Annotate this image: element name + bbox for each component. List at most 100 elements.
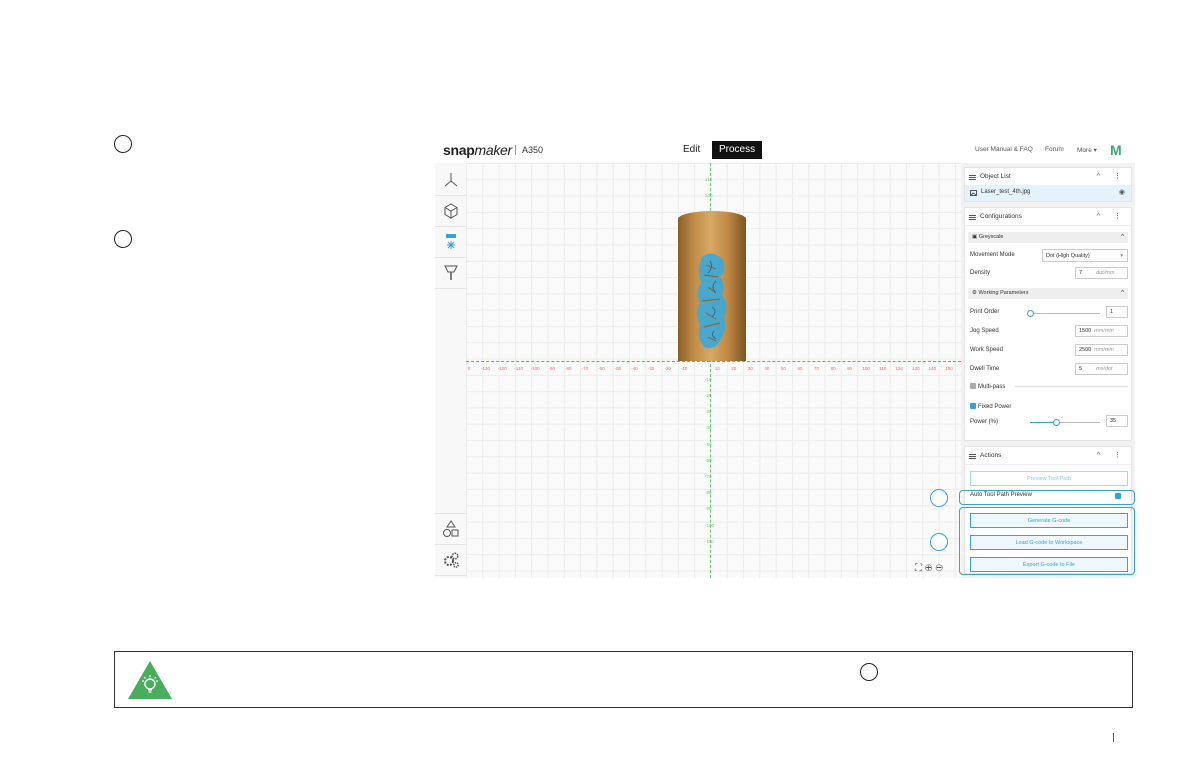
menu-icon	[969, 215, 976, 220]
x-tick-label: -130	[481, 366, 491, 371]
gcode-actions-highlight	[959, 507, 1135, 575]
machine-name: A350	[515, 145, 543, 155]
settings-gears-icon[interactable]	[435, 545, 466, 576]
dwell-time-input[interactable]: 5 ms/dot	[1075, 363, 1128, 375]
x-tick-label: -40	[631, 366, 638, 371]
cube-view-icon[interactable]	[435, 196, 466, 227]
tip-box	[114, 651, 1133, 708]
x-tick-label: 130	[912, 366, 920, 371]
forum-link[interactable]: Forum	[1045, 146, 1064, 153]
x-tick-label: 100	[862, 366, 870, 371]
checkbox-icon	[970, 383, 976, 389]
top-bar: snapmaker A350 Edit Process User Manual …	[435, 137, 1135, 164]
x-tick-label: 80	[830, 366, 836, 371]
x-tick-label: -10	[680, 366, 688, 371]
x-tick-label: 10	[714, 366, 720, 371]
auto-preview-highlight	[959, 490, 1135, 505]
step-marker-1	[114, 135, 132, 153]
y-tick-label: 110	[705, 177, 713, 182]
y-tick-label: -90	[705, 506, 712, 511]
x-tick-label: -20	[664, 366, 671, 371]
eye-icon[interactable]: ◉	[1119, 188, 1125, 196]
user-manual-link[interactable]: User Manual & FAQ	[975, 146, 1033, 153]
density-input[interactable]: 7 dot/mm	[1075, 267, 1128, 279]
x-tick-label: -90	[548, 366, 556, 371]
y-tick-label: -40	[705, 425, 712, 430]
x-tick-label: 140	[928, 366, 937, 371]
menu-icon	[969, 454, 976, 459]
preview-tool-path-button[interactable]: Preview Tool Path	[970, 471, 1128, 486]
tab-edit[interactable]: Edit	[676, 141, 707, 159]
jog-speed-input[interactable]: 1500 mm/min	[1075, 325, 1128, 337]
configurations-header: Configurations ^ ⋮	[965, 208, 1131, 226]
x-tick-label: 110	[879, 366, 887, 371]
x-tick-label: -50	[614, 366, 622, 371]
step-marker-3	[930, 489, 948, 507]
lightbulb-tip-icon	[128, 661, 172, 699]
chevron-up-icon: ^	[1121, 290, 1124, 296]
tab-process[interactable]: Process	[712, 141, 763, 159]
print-order-input[interactable]: 1	[1106, 306, 1128, 318]
laser-tool-icon[interactable]	[435, 227, 466, 258]
collapse-icon[interactable]: ^ ⋮	[1097, 168, 1127, 185]
fit-view-icon[interactable]: ⛶	[915, 563, 922, 574]
y-tick-label: -100	[705, 523, 715, 528]
multipass-divider	[1015, 386, 1128, 387]
x-axis-line	[466, 361, 961, 362]
working-parameters-section[interactable]: ⚙ Working Parameters ^	[968, 288, 1128, 299]
x-tick-label: 20	[731, 366, 737, 371]
canvas-view-controls: ⛶ ⊕ ⊖	[915, 563, 955, 575]
print-order-slider-handle[interactable]	[1027, 310, 1034, 317]
y-tick-label: -60	[705, 458, 712, 463]
y-tick-label: 100	[705, 193, 713, 198]
configurations-card: Configurations ^ ⋮ ▣ Greyscale ^ Movement …	[964, 207, 1132, 441]
x-tick-label: -80	[565, 366, 572, 371]
y-tick-label: -70	[705, 474, 712, 479]
chevron-down-icon: ▾	[1120, 253, 1123, 259]
x-tick-label: 70	[814, 366, 820, 371]
dwell-time-label: Dwell Time	[970, 366, 1000, 372]
power-input[interactable]: 35	[1106, 415, 1128, 427]
greyscale-section[interactable]: ▣ Greyscale ^	[968, 232, 1128, 243]
collapse-icon[interactable]: ^ ⋮	[1097, 208, 1127, 225]
x-tick-label: 0	[467, 366, 471, 371]
actions-header: Actions ^ ⋮	[965, 447, 1131, 465]
x-tick-label: -100	[530, 366, 540, 371]
axis-view-icon[interactable]	[435, 165, 466, 196]
brand-m-icon: M	[1110, 142, 1122, 158]
left-toolbar	[435, 163, 467, 578]
collapse-icon[interactable]: ^ ⋮	[1097, 447, 1127, 464]
x-tick-label: -120	[497, 366, 507, 371]
x-tick-label: 60	[797, 366, 803, 371]
x-tick-label: 50	[780, 366, 786, 371]
fixed-power-checkbox[interactable]: Fixed Power	[970, 403, 1011, 410]
step-marker-4	[930, 533, 948, 551]
work-speed-label: Work Speed	[970, 347, 1003, 353]
multipass-checkbox[interactable]: Multi-pass	[970, 383, 1005, 390]
x-tick-label: 40	[764, 366, 770, 371]
zoom-out-icon[interactable]: ⊖	[935, 563, 943, 574]
print-order-slider[interactable]	[1030, 313, 1100, 314]
power-slider-handle[interactable]	[1053, 419, 1060, 426]
power-slider-fill	[1030, 422, 1055, 423]
y-tick-label: -20	[705, 393, 712, 398]
work-speed-input[interactable]: 2500 mm/min	[1075, 344, 1128, 356]
object-filename: Laser_test_4th.jpg	[981, 189, 1031, 195]
workspace-canvas[interactable]: 0 -130 -120 -110 -100 -90 -80 -70 -60 -50 -40 -30 -2…	[466, 163, 961, 578]
x-tick-label: 150	[945, 366, 953, 371]
jog-speed-label: Jog Speed	[970, 328, 999, 334]
chevron-up-icon: ^	[1121, 234, 1124, 240]
y-tick-label: -30	[705, 409, 712, 414]
x-tick-label: 90	[847, 366, 853, 371]
step-marker-2	[114, 230, 132, 248]
y-tick-label: -10	[705, 377, 712, 382]
movement-mode-select[interactable]: Dot (High Quality) ▾	[1042, 249, 1128, 262]
more-menu[interactable]: More ▾	[1077, 146, 1097, 154]
x-tick-label: -110	[514, 366, 523, 371]
shapes-icon[interactable]	[435, 513, 466, 545]
object-list-item[interactable]: Laser_test_4th.jpg ◉	[965, 185, 1131, 201]
zoom-in-icon[interactable]: ⊕	[925, 563, 933, 574]
engraving-image-preview[interactable]	[692, 251, 732, 353]
cnc-tool-icon[interactable]	[435, 258, 466, 289]
y-tick-label: -80	[705, 490, 712, 495]
